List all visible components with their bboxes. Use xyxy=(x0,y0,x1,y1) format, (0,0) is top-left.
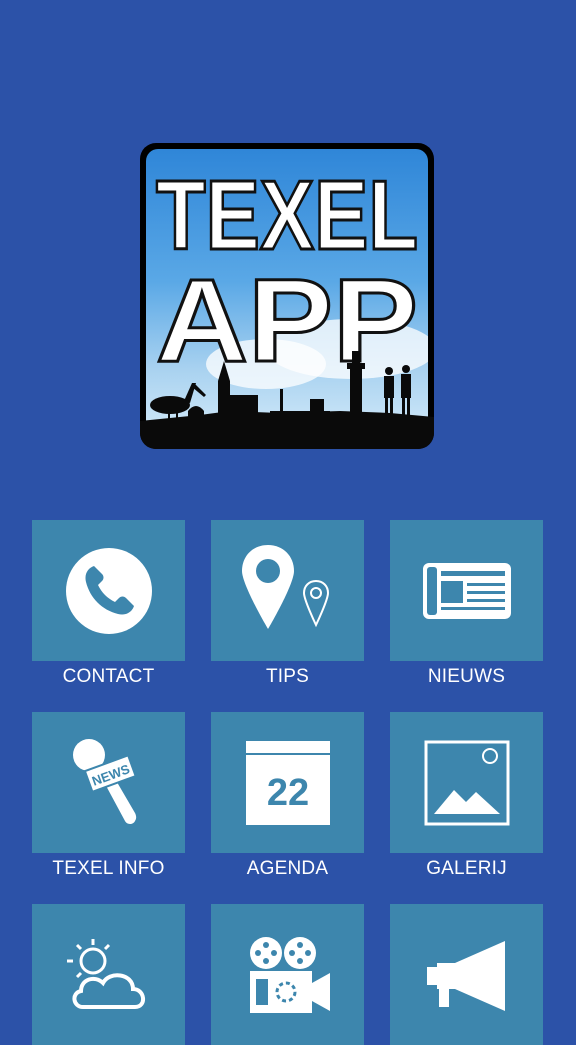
texel-info-label: TEXEL INFO xyxy=(52,858,165,879)
calendar-day: 22 xyxy=(266,772,308,814)
galerij-tile[interactable] xyxy=(390,712,543,853)
contact-tile[interactable] xyxy=(32,520,185,661)
newspaper-icon xyxy=(422,562,511,619)
logo-line2: APP xyxy=(156,255,418,387)
tips-tile[interactable] xyxy=(211,520,364,661)
tips-label: TIPS xyxy=(265,666,310,687)
weather-icon xyxy=(66,938,145,1009)
news-microphone-icon: NEWS xyxy=(72,738,137,824)
nieuws-tile[interactable] xyxy=(390,520,543,661)
calendar-icon: 22 xyxy=(245,740,330,825)
agenda-tile[interactable]: 22 xyxy=(211,712,364,853)
logo-line1: TEXEL xyxy=(156,160,418,270)
logo-artwork: TEXEL APP xyxy=(140,159,434,449)
agenda-label: AGENDA xyxy=(246,858,329,879)
film-camera-icon xyxy=(249,936,330,1013)
nieuws-label: NIEUWS xyxy=(427,666,506,687)
texel-info-tile[interactable]: NEWS xyxy=(32,712,185,853)
megaphone-icon xyxy=(426,940,505,1011)
phone-icon xyxy=(65,547,152,634)
map-pin-icon xyxy=(241,544,329,629)
image-gallery-icon xyxy=(424,740,509,825)
galerij-label: GALERIJ xyxy=(426,858,507,879)
texel-app-logo: TEXEL APP xyxy=(140,143,434,449)
contact-label: CONTACT xyxy=(62,666,155,687)
